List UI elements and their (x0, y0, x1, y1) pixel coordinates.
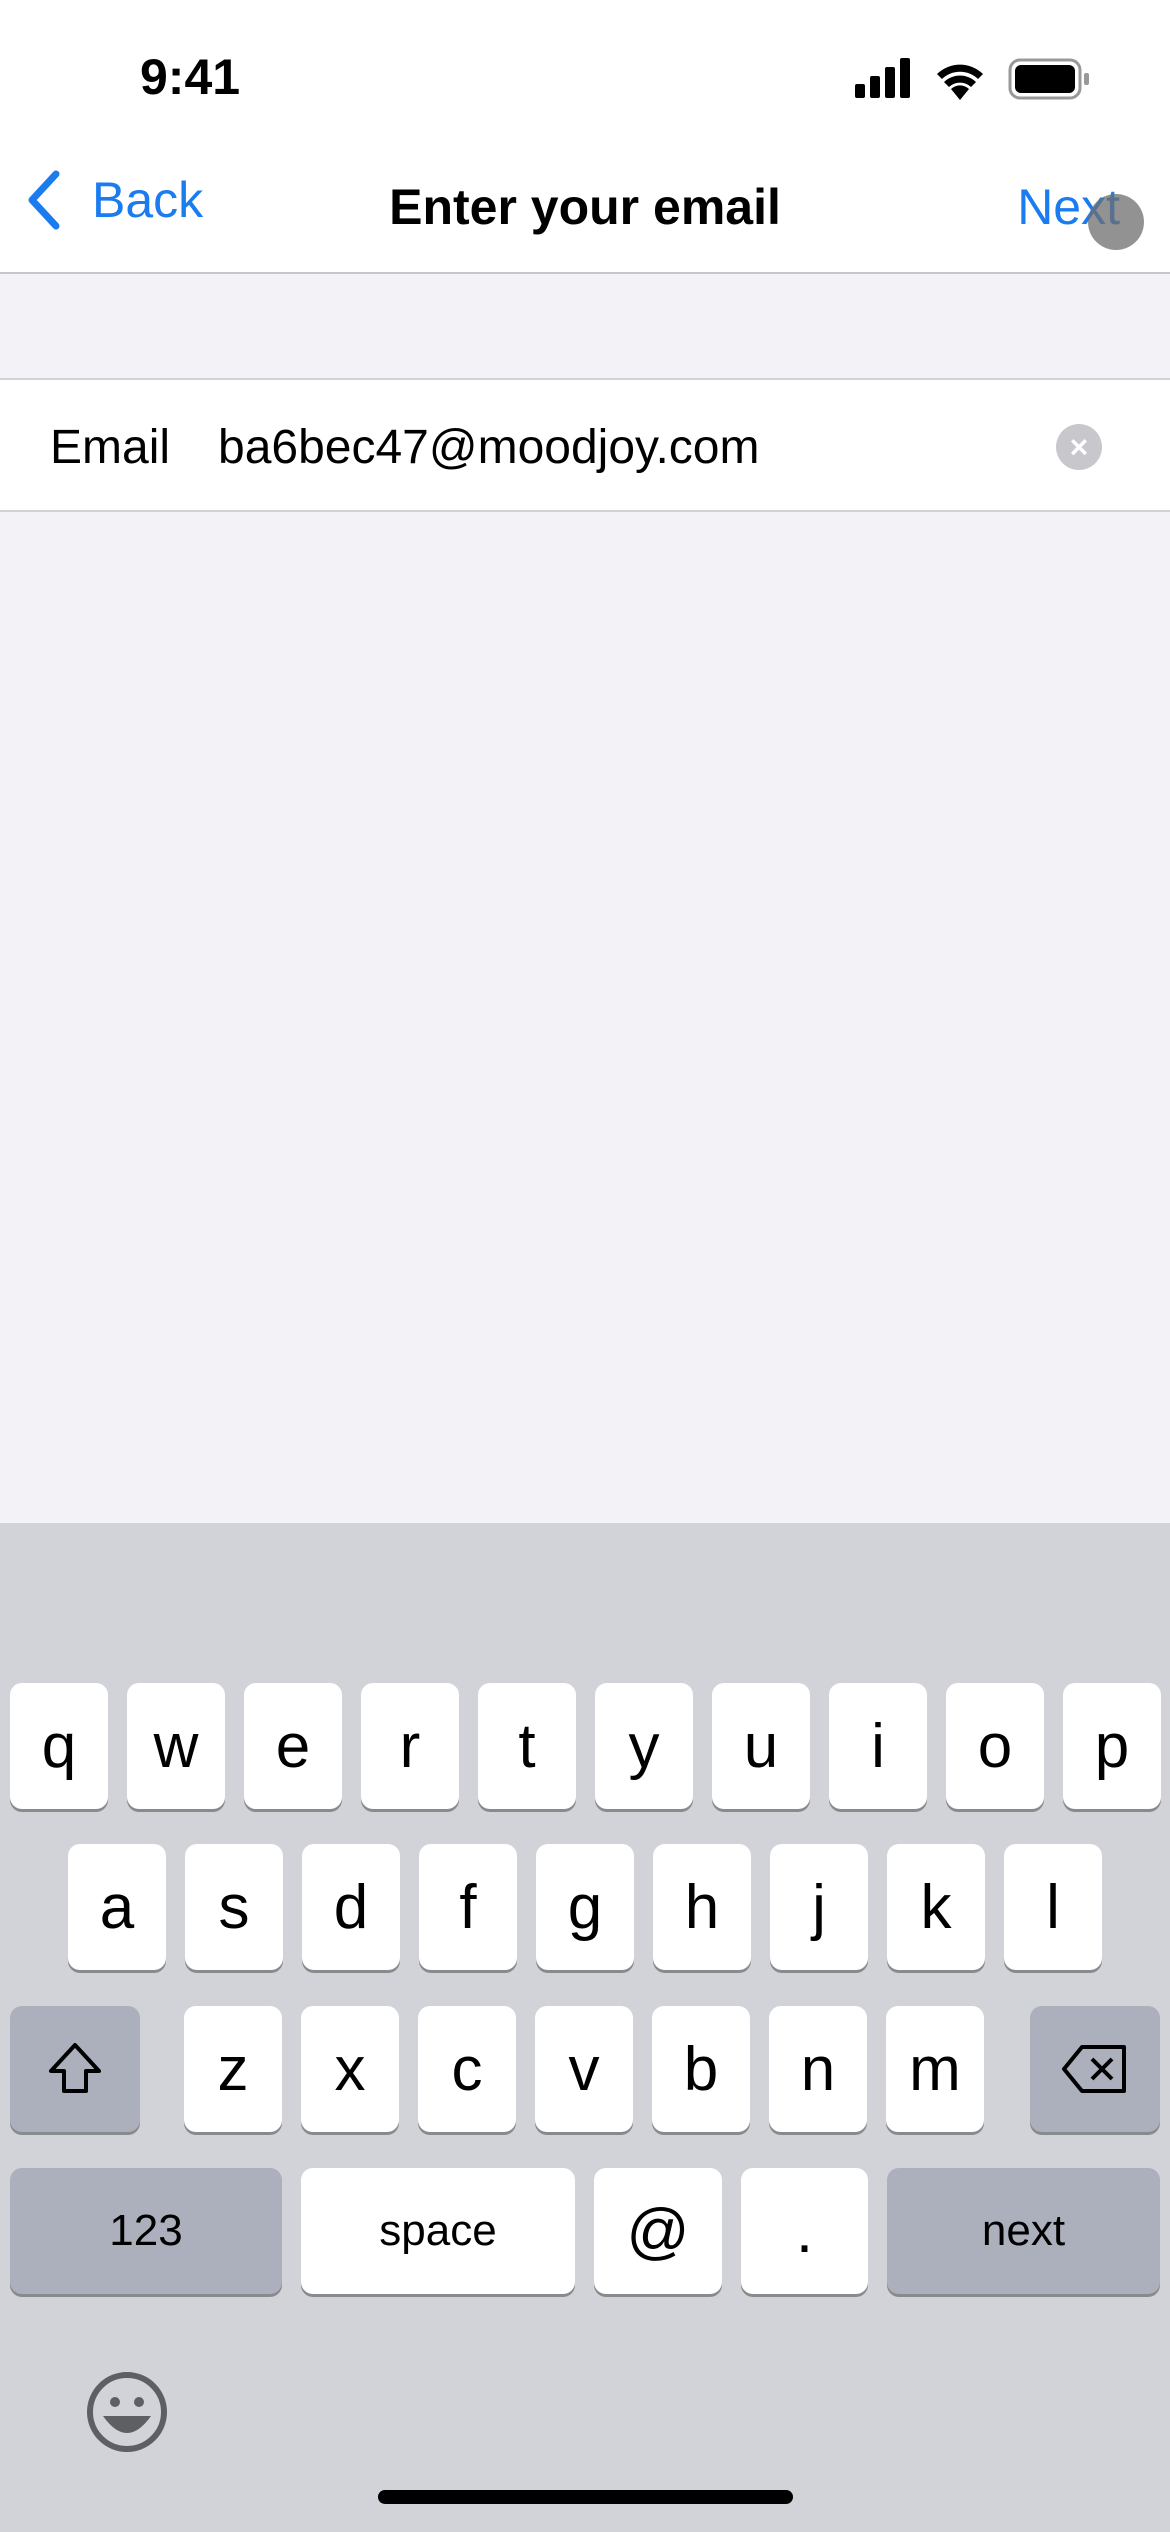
key-a[interactable]: a (68, 1844, 166, 1970)
key-i[interactable]: i (829, 1683, 927, 1809)
battery-icon (1008, 58, 1089, 100)
key-v[interactable]: v (535, 2006, 633, 2132)
key-h[interactable]: h (653, 1844, 751, 1970)
dot-key[interactable]: . (741, 2168, 868, 2294)
shift-icon (49, 2043, 101, 2093)
key-z[interactable]: z (184, 2006, 282, 2132)
key-j[interactable]: j (770, 1844, 868, 1970)
key-f[interactable]: f (419, 1844, 517, 1970)
at-key[interactable]: @ (594, 2168, 722, 2294)
touch-indicator (1088, 194, 1144, 250)
key-o[interactable]: o (946, 1683, 1044, 1809)
key-b[interactable]: b (652, 2006, 750, 2132)
key-c[interactable]: c (418, 2006, 516, 2132)
clear-icon[interactable]: × (1056, 424, 1102, 470)
shift-key[interactable] (10, 2006, 140, 2132)
emoji-icon[interactable] (85, 2370, 169, 2454)
status-time: 9:41 (140, 49, 241, 105)
home-indicator (378, 2490, 793, 2504)
key-e[interactable]: e (244, 1683, 342, 1809)
numbers-key[interactable]: 123 (10, 2168, 282, 2294)
wifi-icon (937, 64, 983, 100)
top-bar: 9:41 Back Enter your email Next (0, 0, 1170, 274)
key-l[interactable]: l (1004, 1844, 1102, 1970)
delete-key[interactable] (1030, 2006, 1160, 2132)
page-title: Enter your email (389, 179, 781, 235)
key-t[interactable]: t (478, 1683, 576, 1809)
email-field[interactable]: ba6bec47@moodjoy.com (218, 420, 759, 475)
key-q[interactable]: q (10, 1683, 108, 1809)
key-w[interactable]: w (127, 1683, 225, 1809)
backspace-icon (1062, 2045, 1126, 2093)
key-s[interactable]: s (185, 1844, 283, 1970)
space-key[interactable]: space (301, 2168, 575, 2294)
key-u[interactable]: u (712, 1683, 810, 1809)
email-row: Email ba6bec47@moodjoy.com × (0, 378, 1170, 512)
email-label: Email (50, 421, 171, 474)
key-n[interactable]: n (769, 2006, 867, 2132)
key-p[interactable]: p (1063, 1683, 1161, 1809)
signal-icon (855, 58, 910, 98)
key-m[interactable]: m (886, 2006, 984, 2132)
key-r[interactable]: r (361, 1683, 459, 1809)
next-key[interactable]: next (887, 2168, 1160, 2294)
key-y[interactable]: y (595, 1683, 693, 1809)
key-d[interactable]: d (302, 1844, 400, 1970)
key-x[interactable]: x (301, 2006, 399, 2132)
key-g[interactable]: g (536, 1844, 634, 1970)
key-k[interactable]: k (887, 1844, 985, 1970)
